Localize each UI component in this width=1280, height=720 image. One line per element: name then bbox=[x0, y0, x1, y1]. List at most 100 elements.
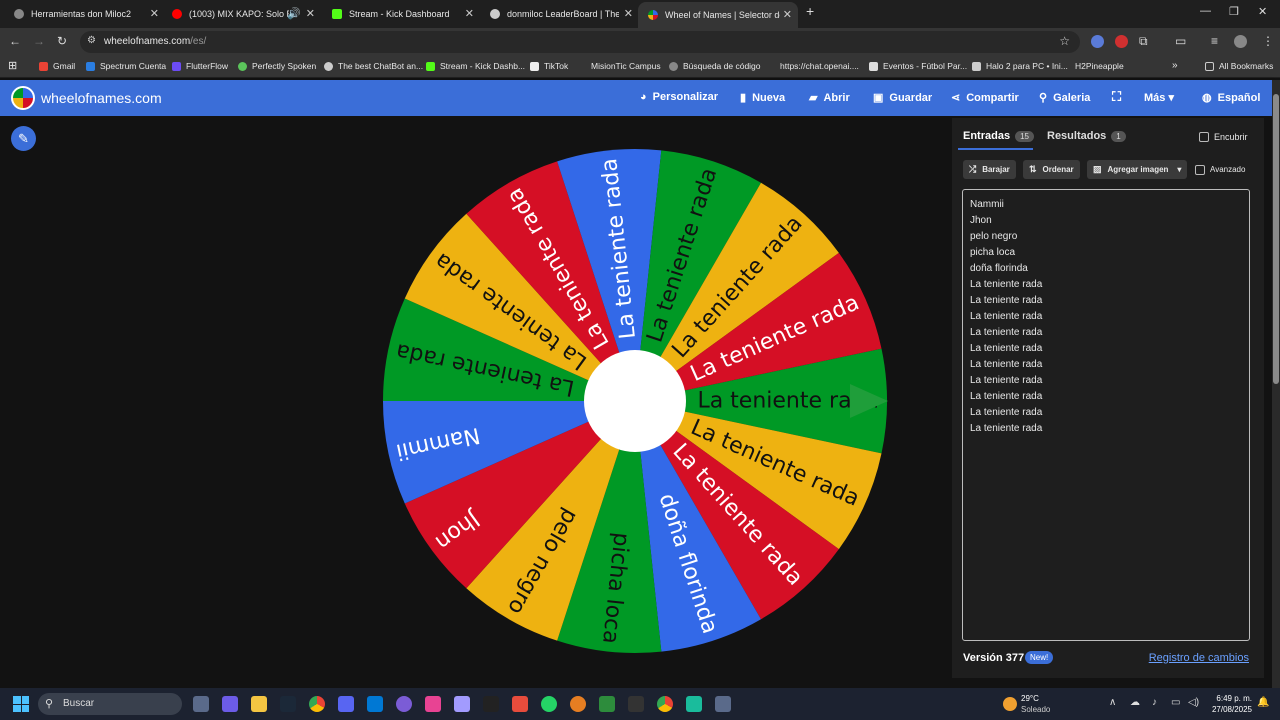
teams-icon[interactable] bbox=[222, 696, 238, 712]
spin-wheel[interactable]: La teniente radaLa teniente radaLa tenie… bbox=[380, 148, 890, 654]
youtube-icon bbox=[172, 9, 182, 19]
sort-button[interactable]: ⇅ Ordenar bbox=[1023, 160, 1080, 179]
nav-abrir[interactable]: ▰ Abrir bbox=[809, 91, 850, 105]
bookmark-busqueda[interactable]: Búsqueda de código bbox=[669, 61, 761, 71]
bookmark-misiontic[interactable]: MisionTic Campus bbox=[591, 61, 661, 71]
bookmark-halo[interactable]: Halo 2 para PC • Ini... bbox=[972, 61, 1068, 71]
bookmark-spectrum[interactable]: Spectrum Cuenta bbox=[86, 61, 166, 71]
close-icon[interactable]: ✕ bbox=[150, 7, 159, 20]
nav-nueva[interactable]: ▮ Nueva bbox=[740, 91, 785, 105]
changelog-link[interactable]: Registro de cambios bbox=[1149, 652, 1249, 664]
back-icon[interactable]: ← bbox=[9, 34, 21, 48]
extension-icon[interactable] bbox=[1115, 35, 1128, 48]
file-explorer-icon[interactable] bbox=[251, 696, 267, 712]
reload-icon[interactable]: ↻ bbox=[57, 34, 67, 48]
profile-avatar[interactable] bbox=[1234, 35, 1247, 48]
steam-icon[interactable] bbox=[280, 696, 296, 712]
menu-icon[interactable]: ⋮ bbox=[1262, 34, 1274, 48]
whatsapp-icon[interactable] bbox=[541, 696, 557, 712]
bookmark-kick[interactable]: Stream - Kick Dashb... bbox=[426, 61, 525, 71]
extension-icon[interactable] bbox=[1091, 35, 1104, 48]
bookmark-flutterflow[interactable]: FlutterFlow bbox=[172, 61, 228, 71]
browser-tab-2[interactable]: (1003) MIX KAPO: Solo Éxito 🔊 ✕ bbox=[172, 4, 315, 24]
close-icon[interactable]: ✕ bbox=[624, 7, 633, 20]
bookmark-h2pineapple[interactable]: H2Pineapple bbox=[1075, 61, 1124, 71]
app-icon[interactable] bbox=[686, 696, 702, 712]
obs-icon[interactable] bbox=[396, 696, 412, 712]
site-info-icon[interactable]: ⚙ bbox=[87, 35, 96, 46]
bookmark-tiktok[interactable]: TikTok bbox=[530, 61, 568, 71]
capcut-icon[interactable] bbox=[628, 696, 644, 712]
browser-tab-4[interactable]: donmiloc LeaderBoard | The be ✕ bbox=[490, 4, 633, 24]
wheel-logo-icon[interactable] bbox=[11, 86, 35, 110]
address-bar[interactable]: ⚙ wheelofnames.com/es/ ☆ bbox=[80, 31, 1080, 53]
discord-icon[interactable] bbox=[338, 696, 354, 712]
close-icon[interactable]: ✕ bbox=[306, 7, 315, 20]
new-tab-icon[interactable]: + bbox=[806, 3, 814, 19]
bookmark-gmail[interactable]: Gmail bbox=[39, 61, 75, 71]
speaker-icon[interactable]: 🔊 bbox=[287, 7, 301, 20]
app-icon[interactable] bbox=[715, 696, 731, 712]
hide-label: Encubrir bbox=[1214, 132, 1248, 142]
all-bookmarks[interactable]: All Bookmarks bbox=[1205, 61, 1273, 71]
edit-pencil-icon[interactable]: ✎ bbox=[11, 126, 36, 151]
bookmark-eventos[interactable]: Eventos - Fútbol Par... bbox=[869, 61, 967, 71]
bookmark-star-icon[interactable]: ☆ bbox=[1059, 34, 1070, 48]
nav-idioma[interactable]: ◍ Español bbox=[1202, 91, 1260, 105]
bookmark-chatbot[interactable]: The best ChatBot an... bbox=[324, 61, 423, 71]
microphone-icon[interactable]: ♪ bbox=[1152, 697, 1157, 708]
cast-icon[interactable]: ▭ bbox=[1175, 34, 1186, 48]
nav-galeria[interactable]: ⚲ Galeria bbox=[1039, 91, 1090, 105]
site-brand[interactable]: wheelofnames.com bbox=[41, 90, 162, 106]
fullscreen-icon[interactable]: ⛶ bbox=[1112, 89, 1121, 105]
scrollbar-thumb[interactable] bbox=[1273, 94, 1279, 384]
taskbar-clock[interactable]: 6:49 p. m. 27/08/2025 bbox=[1206, 693, 1252, 715]
entries-textarea[interactable]: Nammii Jhon pelo negro picha loca doña flori… bbox=[962, 189, 1250, 641]
streamer-app-icon[interactable] bbox=[512, 696, 528, 712]
taskbar-search[interactable]: ⚲ Buscar bbox=[38, 693, 182, 715]
browser-tab-5[interactable]: Wheel of Names | Selector de n ✕ bbox=[638, 2, 798, 28]
chrome-icon[interactable] bbox=[657, 696, 673, 712]
browser-tab-3[interactable]: Stream - Kick Dashboard ✕ bbox=[332, 4, 474, 24]
hide-checkbox[interactable] bbox=[1199, 132, 1209, 142]
minimize-icon[interactable]: — bbox=[1200, 5, 1211, 17]
page-scrollbar[interactable] bbox=[1272, 80, 1280, 688]
window-close-icon[interactable]: ✕ bbox=[1258, 5, 1267, 18]
nav-mas[interactable]: Más ▾ bbox=[1144, 91, 1174, 104]
task-view-icon[interactable] bbox=[193, 696, 209, 712]
tab-resultados[interactable]: Resultados 1 bbox=[1047, 130, 1126, 142]
windows-start-icon[interactable] bbox=[13, 696, 29, 712]
volume-icon[interactable]: ◁) bbox=[1188, 697, 1199, 708]
shuffle-button[interactable]: ⤮ Barajar bbox=[963, 160, 1016, 179]
apps-grid-icon[interactable]: ⊞ bbox=[8, 59, 17, 72]
advanced-checkbox[interactable] bbox=[1195, 165, 1205, 175]
forward-icon[interactable]: → bbox=[33, 34, 45, 48]
add-image-button[interactable]: ▨ Agregar imagen ▾ bbox=[1087, 160, 1188, 179]
bookmark-perfectly-spoken[interactable]: Perfectly Spoken bbox=[238, 61, 316, 71]
bookmark-chatgpt[interactable]: https://chat.openai.... bbox=[780, 61, 859, 71]
close-icon[interactable]: ✕ bbox=[465, 7, 474, 20]
notifications-icon[interactable]: 🔔 bbox=[1257, 697, 1269, 708]
media-icon[interactable]: ≡ bbox=[1211, 34, 1218, 48]
maximize-icon[interactable]: ❐ bbox=[1229, 5, 1239, 18]
tray-chevron-icon[interactable]: ∧ bbox=[1109, 697, 1116, 708]
capcut-icon[interactable] bbox=[483, 696, 499, 712]
gamepad-icon[interactable] bbox=[454, 696, 470, 712]
browser-tab-1[interactable]: Herramientas don Miloc2 ✕ bbox=[14, 4, 159, 24]
more-bookmarks-icon[interactable]: » bbox=[1172, 60, 1178, 71]
entry-line: La teniente rada bbox=[970, 359, 1043, 370]
close-icon[interactable]: ✕ bbox=[783, 8, 792, 21]
network-icon[interactable]: ▭ bbox=[1171, 697, 1180, 708]
tab-entradas[interactable]: Entradas 15 bbox=[963, 130, 1034, 142]
vscode-icon[interactable] bbox=[367, 696, 383, 712]
extensions-puzzle-icon[interactable]: ⧉ bbox=[1139, 34, 1148, 49]
nav-personalizar[interactable]: ◕ Personalizar bbox=[640, 91, 718, 103]
chrome-icon[interactable] bbox=[309, 696, 325, 712]
nav-guardar[interactable]: ▣ Guardar bbox=[873, 91, 932, 105]
app-icon[interactable] bbox=[599, 696, 615, 712]
nav-compartir[interactable]: ⋖ Compartir bbox=[951, 91, 1019, 105]
cloud-icon[interactable]: ☁ bbox=[1130, 697, 1140, 708]
tiktok-icon[interactable] bbox=[425, 696, 441, 712]
wheel-center-hub[interactable] bbox=[584, 350, 686, 452]
app-icon[interactable] bbox=[570, 696, 586, 712]
